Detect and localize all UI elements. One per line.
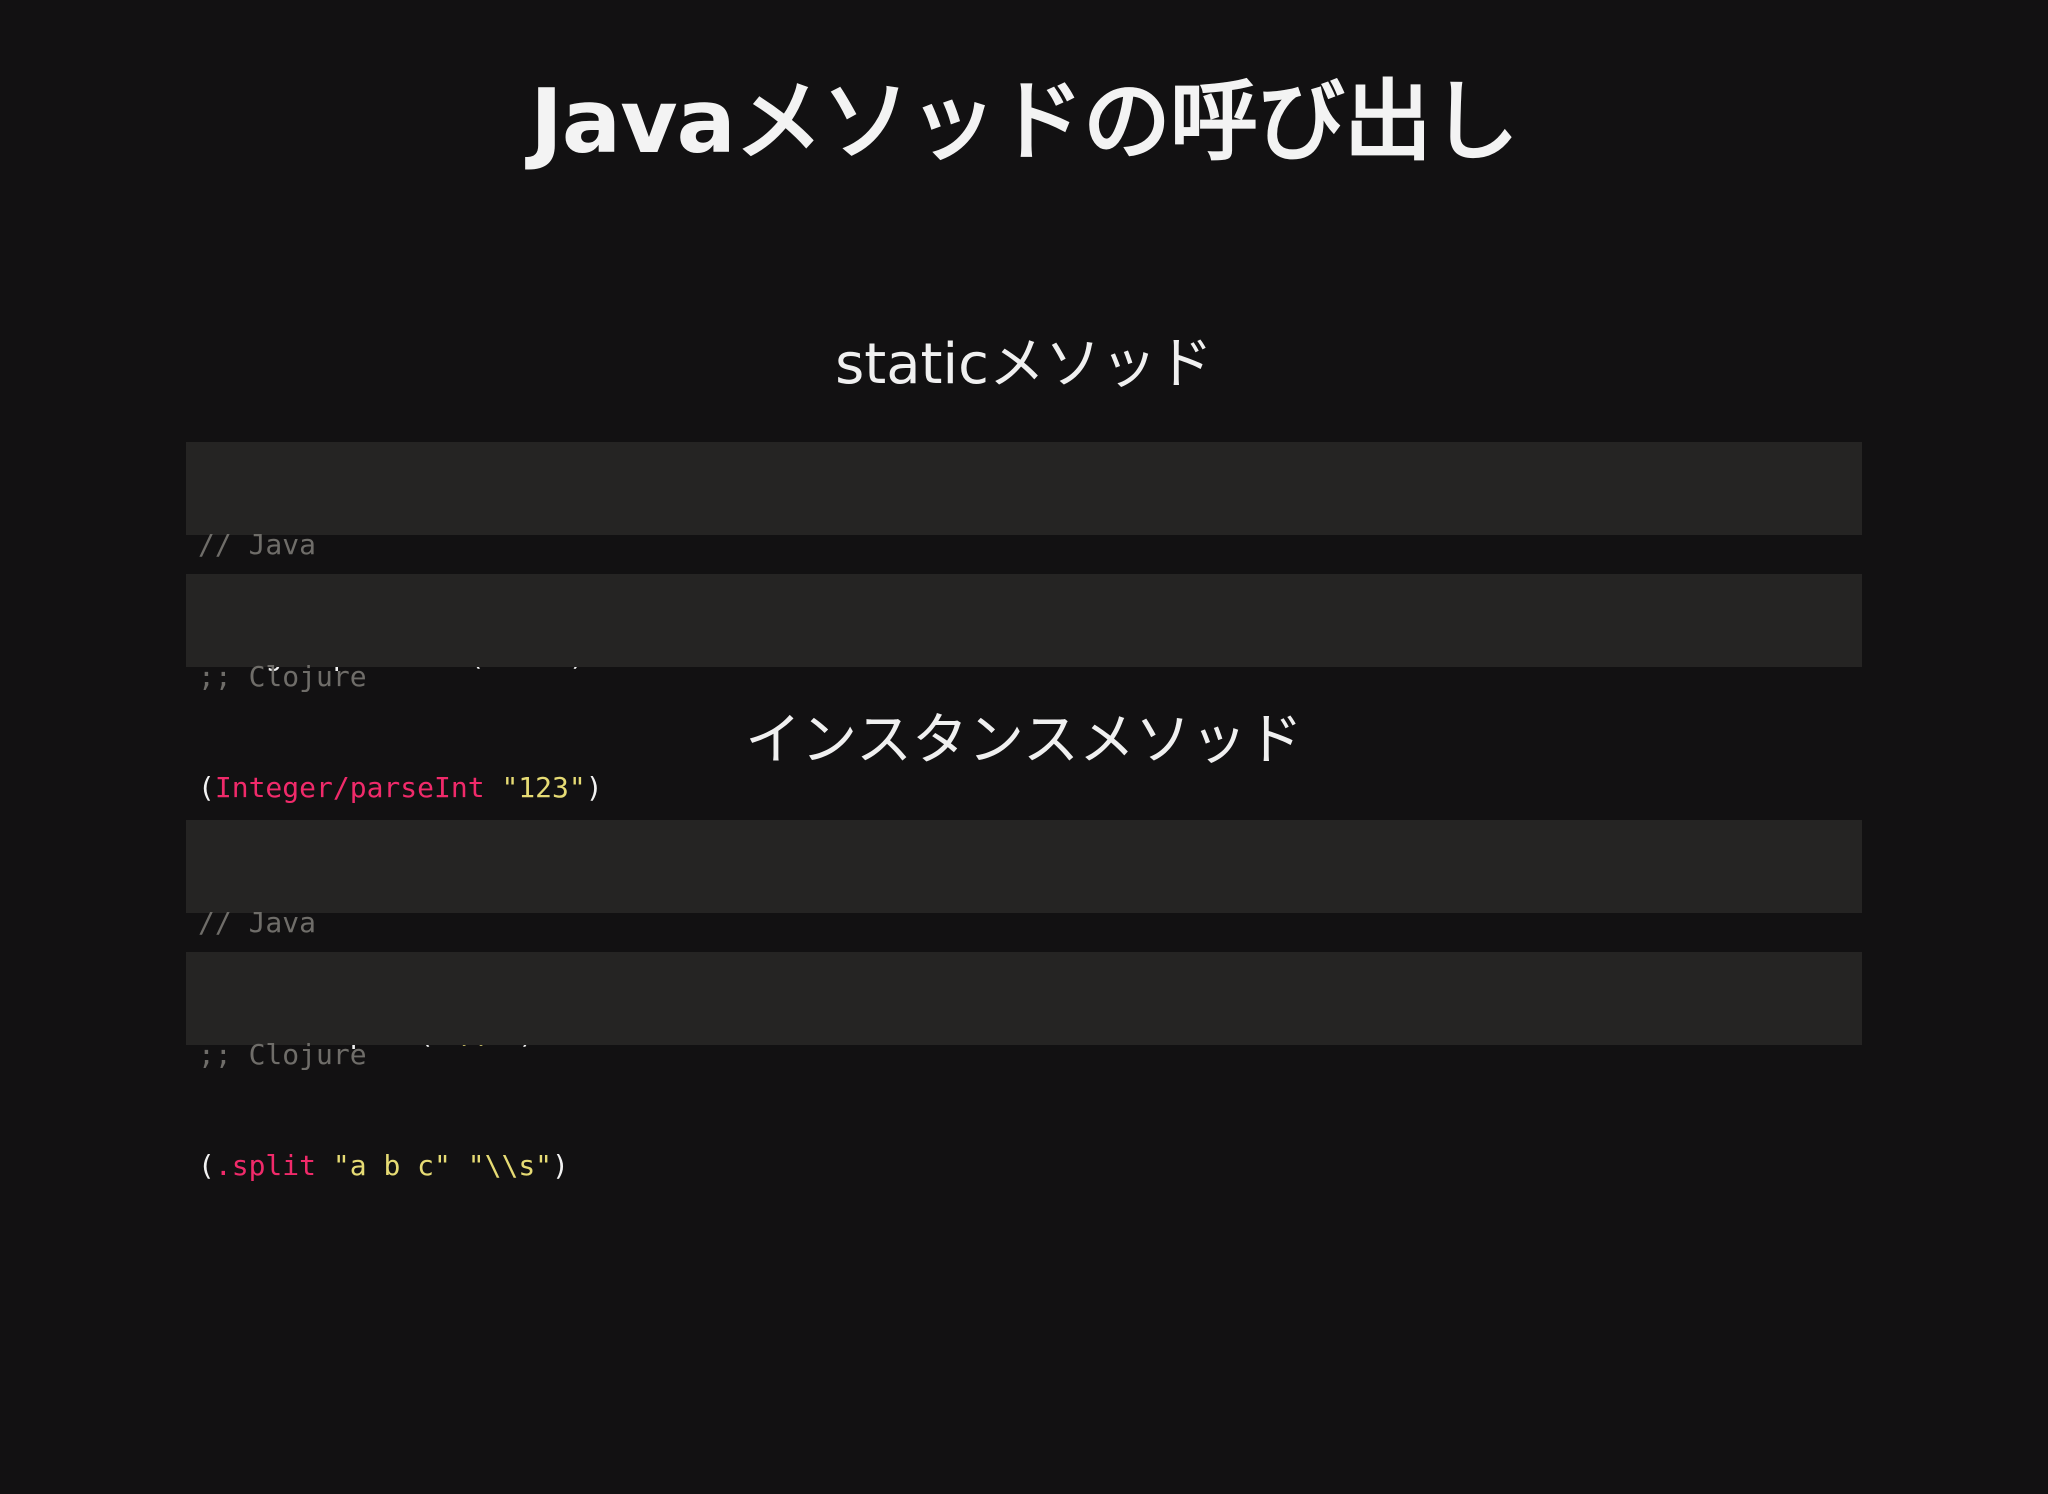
code-token: ) (552, 1149, 569, 1182)
code-block-clojure-static: ;; Clojure (Integer/parseInt "123") (186, 574, 1862, 804)
code-token: .split (214, 1149, 317, 1182)
code-token: ( (198, 1149, 215, 1182)
code-comment: // Java (198, 906, 317, 939)
code-block-java-static: // Java Integer.parseInt("123") (186, 442, 1862, 672)
section-heading-instance: インスタンスメソッド (745, 708, 1303, 773)
code-comment: // Java (198, 528, 317, 561)
code-comment: ;; Clojure (198, 1038, 367, 1071)
code-comment: ;; Clojure (198, 660, 367, 693)
section-heading-static: staticメソッド (835, 332, 1213, 397)
slide-title: Javaメソッドの呼び出し (530, 70, 1519, 173)
code-line: (.split "a b c" "\\s") (198, 1147, 1850, 1184)
code-block-clojure-instance: ;; Clojure (.split "a b c" "\\s") (186, 952, 1862, 1182)
slide: Javaメソッドの呼び出し staticメソッド // Java Integer… (0, 0, 2048, 1494)
code-token: "\\s" (467, 1149, 553, 1182)
code-block-java-instance: // Java "a b c".split("\\s") (186, 820, 1862, 1050)
code-token: "a b c" (332, 1149, 451, 1182)
